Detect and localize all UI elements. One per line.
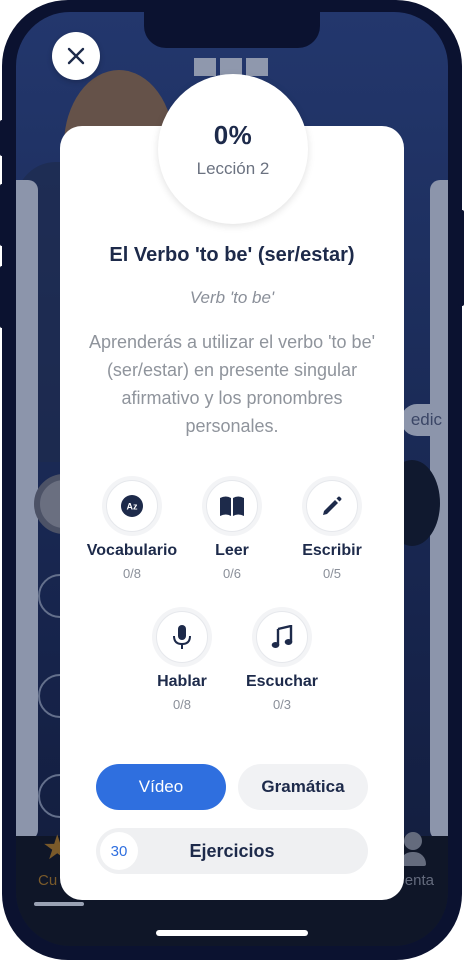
skill-label: Leer (215, 542, 249, 559)
skill-leer[interactable]: Leer 0/6 (177, 480, 287, 581)
svg-text:Az: Az (127, 502, 138, 512)
background-tab-courses-label: Cu (38, 872, 58, 889)
lesson-subtitle: Verb 'to be' (189, 288, 275, 307)
skill-icon-wrap: Az (106, 480, 158, 532)
exercises-button[interactable]: Ejercicios 30 (96, 828, 368, 874)
side-button-mute (0, 120, 6, 156)
lesson-number: Lección 2 (196, 158, 270, 178)
home-indicator (156, 930, 308, 936)
phone-frame: edic ★ Cu enta El Verbo 'to be' (ser/est… (2, 0, 462, 960)
skill-count: 0/8 (172, 697, 192, 712)
skill-icon-wrap (156, 611, 208, 663)
pencil-icon (323, 496, 342, 515)
close-button[interactable] (52, 32, 100, 80)
microphone-icon (173, 625, 191, 649)
skill-count: 0/5 (322, 566, 342, 581)
close-icon (67, 47, 85, 65)
tab-gramatica[interactable]: Gramática (238, 764, 368, 810)
book-icon (220, 496, 244, 516)
background-tab-account-label: enta (404, 872, 434, 889)
progress-circle: 0% Lección 2 (158, 74, 308, 224)
skill-escuchar[interactable]: Escuchar 0/3 (227, 611, 337, 712)
skill-icon-wrap (306, 480, 358, 532)
skill-icon-wrap (256, 611, 308, 663)
side-button-volume-down (0, 266, 6, 328)
skill-icon-wrap (206, 480, 258, 532)
lesson-card: El Verbo 'to be' (ser/estar) Verb 'to be… (60, 126, 404, 900)
progress-percent: 0% (213, 119, 253, 150)
tab-video[interactable]: Vídeo (96, 764, 226, 810)
lesson-description: Aprenderás a utilizar el verbo 'to be' (… (88, 332, 376, 436)
skill-label: Hablar (157, 673, 207, 690)
side-button-power (458, 210, 464, 306)
skill-escribir[interactable]: Escribir 0/5 (277, 480, 387, 581)
skill-vocabulario[interactable]: Az Vocabulario 0/8 (77, 480, 187, 581)
exercises-count-badge: 30 (100, 832, 138, 870)
music-note-icon (271, 625, 293, 648)
az-icon: Az (121, 495, 143, 517)
background-level-pill: edic (400, 404, 448, 436)
skill-count: 0/8 (122, 566, 142, 581)
lesson-title: El Verbo 'to be' (ser/estar) (109, 244, 355, 266)
background-tab-indicator (34, 902, 84, 906)
side-button-volume-up (0, 184, 6, 246)
skill-count: 0/6 (222, 566, 242, 581)
skill-label: Vocabulario (86, 542, 178, 559)
background-level-label: edic (410, 410, 442, 429)
skill-count: 0/3 (272, 697, 292, 712)
notch (144, 12, 320, 48)
skill-hablar[interactable]: Hablar 0/8 (127, 611, 237, 712)
skill-label: Escuchar (245, 673, 319, 690)
skill-label: Escribir (302, 542, 362, 559)
screen: edic ★ Cu enta El Verbo 'to be' (ser/est… (16, 12, 448, 946)
